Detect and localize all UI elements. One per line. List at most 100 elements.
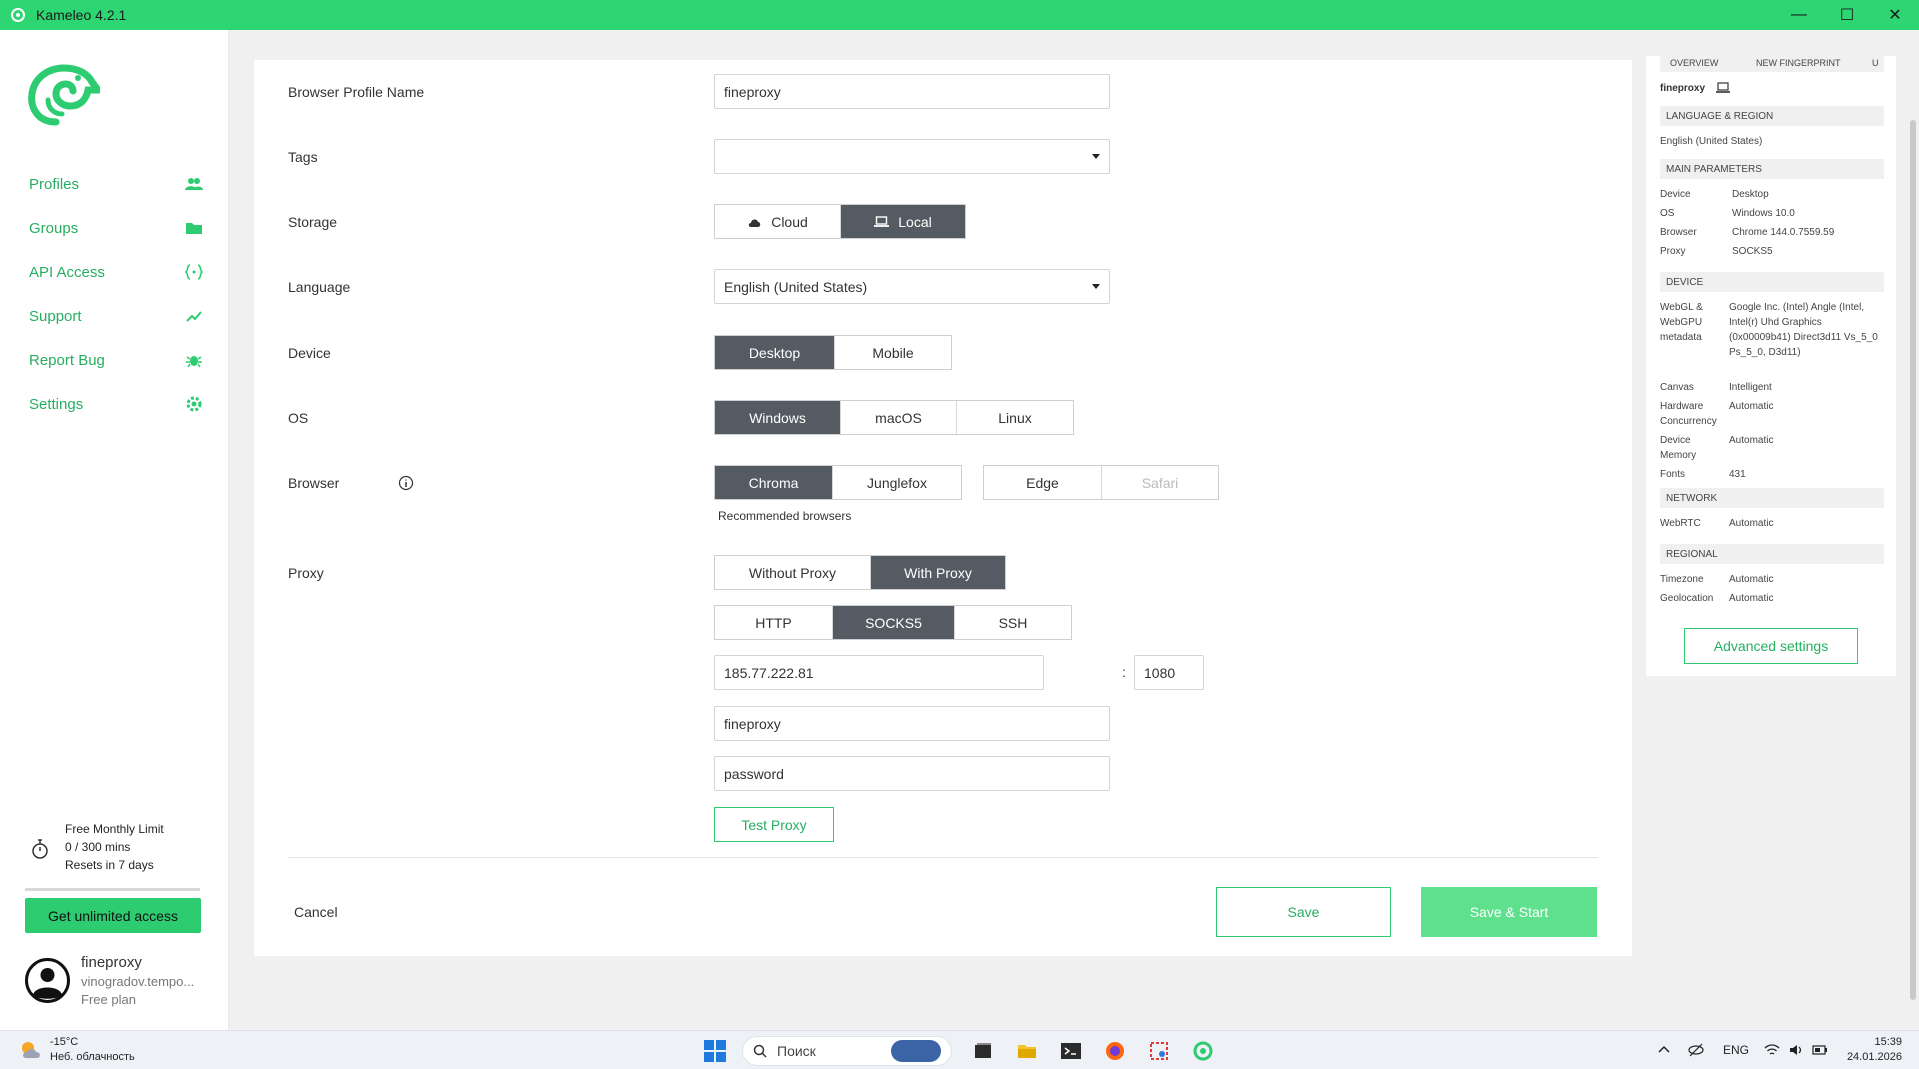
sidebar-item-api-access[interactable]: API Access [0,250,229,294]
sidebar-item-report-bug[interactable]: Report Bug [0,338,229,382]
tab-new-fingerprint[interactable]: NEW FINGERPRINT [1756,58,1841,68]
language-value: English (United States) [724,278,868,295]
profile-name-input[interactable]: fineproxy [714,74,1110,109]
param-value: SOCKS5 [1732,246,1773,257]
test-proxy-button[interactable]: Test Proxy [714,807,834,842]
browser-other-toggle: Edge Safari [983,465,1219,500]
tags-select[interactable] [714,139,1110,174]
param-key: WebRTC [1660,518,1701,529]
proxy-label: Proxy [288,565,324,581]
param-value: Automatic [1729,593,1774,604]
snipping-tool-icon[interactable] [1148,1040,1170,1062]
browser-label-text: Browser [288,475,340,491]
scrollbar[interactable] [1910,120,1916,1000]
device-mobile-option[interactable]: Mobile [835,336,951,369]
browser-junglefox-option[interactable]: Junglefox [833,466,961,499]
taskbar-clock[interactable]: 15:39 24.01.2026 [1842,1035,1902,1065]
param-value: Automatic [1729,435,1774,446]
save-button[interactable]: Save [1216,887,1391,937]
sidebar-item-label: Settings [29,395,84,413]
chevron-down-icon [1092,284,1100,289]
taskbar-search[interactable]: Поиск [742,1036,952,1066]
proxy-username-input[interactable]: fineproxy [714,706,1110,741]
maximize-button[interactable]: ☐ [1823,0,1871,30]
storage-cloud-option[interactable]: Cloud [715,205,841,238]
limit-progress-bar [25,888,200,891]
with-proxy-option[interactable]: With Proxy [871,556,1005,589]
search-highlight-image [891,1040,941,1062]
get-unlimited-access-button[interactable]: Get unlimited access [25,898,201,933]
without-proxy-option[interactable]: Without Proxy [715,556,871,589]
kameleo-taskbar-icon[interactable] [1192,1040,1214,1062]
kameleo-logo-icon [11,8,25,22]
browser-edge-option[interactable]: Edge [984,466,1102,499]
os-macos-option[interactable]: macOS [841,401,957,434]
param-key: Browser [1660,227,1697,238]
windows-start-icon[interactable] [704,1040,726,1062]
proxy-ssh-option[interactable]: SSH [955,606,1071,639]
save-and-start-button[interactable]: Save & Start [1421,887,1597,937]
user-profile[interactable]: fineproxy vinogradov.tempo... Free plan [25,954,215,1014]
cancel-button[interactable]: Cancel [294,904,338,920]
param-key: Hardware Concurrency [1660,401,1717,427]
sidebar-item-label: Support [29,307,82,325]
task-view-icon[interactable] [972,1040,994,1062]
browser-label: Browser [288,475,414,491]
sidebar-item-groups[interactable]: Groups [0,206,229,250]
tab-overview[interactable]: OVERVIEW [1670,58,1718,68]
window-title: Kameleo 4.2.1 [36,7,127,23]
stopwatch-icon [32,839,48,859]
proxy-socks5-option[interactable]: SOCKS5 [833,606,955,639]
weather-desc: Неб. облачность [50,1051,135,1063]
storage-local-option[interactable]: Local [841,205,965,238]
sidebar-item-profiles[interactable]: Profiles [0,162,229,206]
advanced-settings-button[interactable]: Advanced settings [1684,628,1858,664]
storage-label: Storage [288,214,338,230]
sidebar-item-settings[interactable]: Settings [0,382,229,426]
proxy-http-option[interactable]: HTTP [715,606,833,639]
firefox-icon[interactable] [1104,1040,1126,1062]
param-value: Windows 10.0 [1732,208,1795,219]
os-label: OS [288,410,309,426]
main-parameters-header: MAIN PARAMETERS [1660,159,1884,179]
os-windows-option[interactable]: Windows [715,401,841,434]
wifi-icon[interactable] [1764,1042,1780,1058]
chevron-up-icon[interactable] [1656,1042,1672,1058]
sidebar: Profiles Groups API Access Support Repor… [0,30,229,1030]
network-header: NETWORK [1660,488,1884,508]
minimize-button[interactable]: — [1775,0,1823,30]
file-explorer-icon[interactable] [1016,1040,1038,1062]
language-select[interactable]: English (United States) [714,269,1110,304]
terminal-icon[interactable] [1060,1040,1082,1062]
proxy-port-input[interactable]: 1080 [1134,655,1204,690]
volume-icon[interactable] [1788,1042,1804,1058]
search-icon [753,1044,767,1058]
input-language[interactable]: ENG [1723,1043,1749,1057]
eye-off-icon[interactable] [1688,1042,1704,1058]
overview-profile-name: fineproxy [1660,82,1706,94]
param-value: Intelligent [1729,382,1772,393]
users-icon [185,178,203,190]
param-value: Automatic [1729,401,1774,412]
storage-cloud-label: Cloud [771,213,808,230]
proxy-type-toggle: HTTP SOCKS5 SSH [714,605,1072,640]
battery-icon[interactable] [1812,1042,1828,1058]
proxy-password-input[interactable]: password [714,756,1110,791]
browser-chroma-option[interactable]: Chroma [715,466,833,499]
browser-recommended-toggle: Chroma Junglefox [714,465,962,500]
laptop-icon [1716,82,1731,93]
param-key: Fonts [1660,469,1686,480]
os-linux-option[interactable]: Linux [957,401,1073,434]
overview-language: English (United States) [1660,136,1763,147]
info-icon[interactable] [398,475,414,491]
storage-local-label: Local [898,213,932,230]
close-button[interactable]: ✕ [1871,0,1919,30]
user-email: vinogradov.tempo... [81,974,195,989]
proxy-host-input[interactable]: 185.77.222.81 [714,655,1044,690]
title-bar: Kameleo 4.2.1 — ☐ ✕ [0,0,1919,30]
user-name: fineproxy [81,954,142,971]
param-value: Automatic [1729,518,1774,529]
device-desktop-option[interactable]: Desktop [715,336,835,369]
sidebar-item-support[interactable]: Support [0,294,229,338]
tab-u[interactable]: U [1872,58,1879,68]
